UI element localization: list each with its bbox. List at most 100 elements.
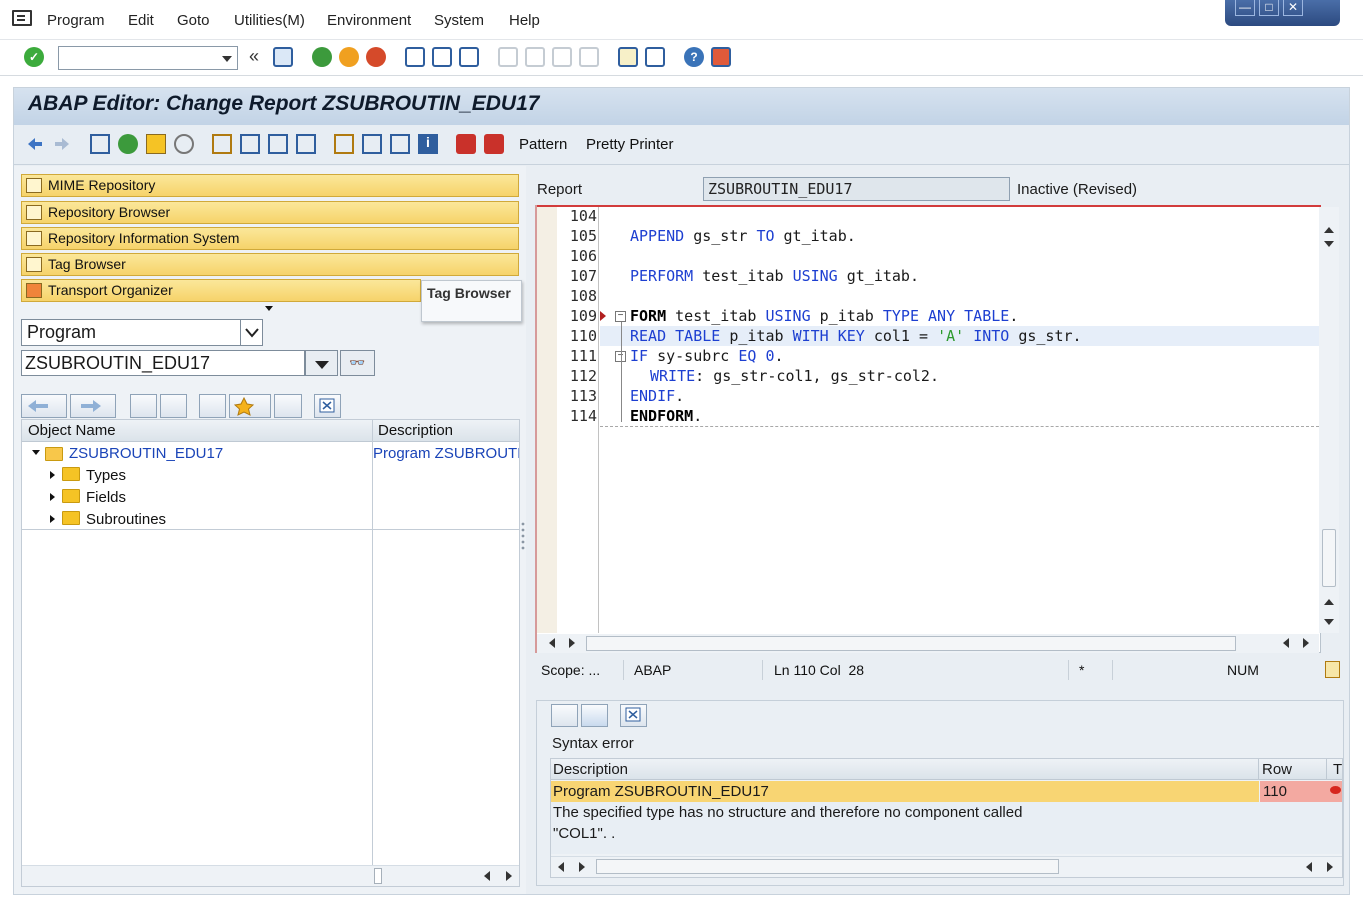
scroll-down-icon[interactable] [1324, 241, 1334, 247]
menu-edit[interactable]: Edit [128, 12, 154, 29]
object-list-icon[interactable] [268, 134, 288, 154]
save-icon[interactable] [273, 47, 293, 67]
command-dropdown-icon[interactable] [222, 56, 232, 62]
help-icon[interactable]: ? [684, 47, 704, 67]
expand-node-icon[interactable] [50, 493, 55, 501]
shortcut-icon[interactable] [645, 47, 665, 67]
nav-tag-browser[interactable]: Tag Browser [21, 253, 519, 276]
forward-arrow-icon[interactable] [52, 134, 72, 154]
collapse-toolbar-icon[interactable]: « [249, 46, 259, 67]
pattern-button[interactable]: Pattern [519, 136, 567, 153]
object-name-input[interactable]: ZSUBROUTIN_EDU17 [21, 350, 305, 376]
chevron-down-icon[interactable] [240, 320, 262, 345]
scroll-right-icon[interactable] [506, 871, 512, 881]
pane-splitter[interactable] [520, 520, 526, 555]
scroll-right-icon[interactable] [579, 862, 585, 872]
menu-help[interactable]: Help [509, 12, 540, 29]
tree-node-types[interactable]: Types [86, 467, 126, 484]
column-header-type[interactable]: T [1333, 761, 1342, 778]
stack-icon[interactable] [362, 134, 382, 154]
scroll-left-icon[interactable] [558, 862, 564, 872]
code-vertical-scrollbar[interactable] [1319, 207, 1339, 633]
scroll-end-left-icon[interactable] [1306, 862, 1312, 872]
back-arrow-icon[interactable] [25, 134, 45, 154]
scroll-end-right-icon[interactable] [1303, 638, 1309, 648]
nav-repository-information-system[interactable]: Repository Information System [21, 227, 519, 250]
navigation-window-icon[interactable] [296, 134, 316, 154]
menu-program[interactable]: Program [47, 12, 105, 29]
expand-node-icon[interactable] [50, 515, 55, 523]
edit-error-button[interactable] [581, 704, 608, 727]
object-name-dropdown-icon[interactable] [305, 350, 338, 376]
scroll-left-icon[interactable] [549, 638, 555, 648]
menu-utilities[interactable]: Utilities(M) [234, 12, 305, 29]
column-header-description[interactable]: Description [553, 761, 628, 778]
display-error-button[interactable] [551, 704, 578, 727]
nav-mime-repository[interactable]: MIME Repository [21, 174, 519, 197]
session-breakpoint-icon[interactable] [484, 134, 504, 154]
error-description[interactable]: Program ZSUBROUTIN_EDU17 [553, 783, 769, 800]
column-header-object-name[interactable]: Object Name [28, 422, 116, 439]
collapse-node-icon[interactable] [32, 450, 40, 455]
pretty-printer-button[interactable]: Pretty Printer [586, 136, 674, 153]
print-icon[interactable] [405, 47, 425, 67]
breakpoint-icon[interactable] [456, 134, 476, 154]
scroll-end-left-icon[interactable] [1283, 638, 1289, 648]
scroll-right-icon[interactable] [569, 638, 575, 648]
close-error-pane-button[interactable] [620, 704, 647, 727]
hierarchy-button[interactable] [199, 394, 226, 418]
display-button[interactable]: 👓 [340, 350, 375, 376]
back-icon[interactable] [312, 47, 332, 67]
nav-transport-organizer[interactable]: Transport Organizer [21, 279, 421, 302]
column-header-description[interactable]: Description [378, 422, 453, 439]
where-used-icon[interactable] [212, 134, 232, 154]
scroll-thumb[interactable] [586, 636, 1236, 651]
other-object-icon[interactable] [90, 134, 110, 154]
favorites-button[interactable] [229, 394, 271, 418]
scroll-left-icon[interactable] [484, 871, 490, 881]
test-icon[interactable] [174, 134, 194, 154]
scroll-end-right-icon[interactable] [1327, 862, 1333, 872]
layout-icon[interactable] [711, 47, 731, 67]
find-icon[interactable] [432, 47, 452, 67]
tree-back-button[interactable] [21, 394, 67, 418]
nav-repository-browser[interactable]: Repository Browser [21, 201, 519, 224]
scope-indicator[interactable]: Scope: ... [541, 662, 600, 678]
activate-icon[interactable] [118, 134, 138, 154]
command-field[interactable] [58, 46, 238, 70]
refresh-button[interactable] [274, 394, 302, 418]
info-icon[interactable]: i [418, 134, 438, 154]
table-icon[interactable] [390, 134, 410, 154]
expand-node-icon[interactable] [50, 471, 55, 479]
scroll-thumb[interactable] [374, 868, 382, 884]
collapse-nav-icon[interactable] [265, 306, 273, 311]
expand-all-button[interactable] [130, 394, 157, 418]
menu-goto[interactable]: Goto [177, 12, 210, 29]
scroll-page-down-icon[interactable] [1324, 619, 1334, 625]
menu-system[interactable]: System [434, 12, 484, 29]
tree-root-name[interactable]: ZSUBROUTIN_EDU17 [69, 445, 223, 462]
wizard-icon[interactable] [240, 134, 260, 154]
close-icon[interactable]: ✕ [1283, 0, 1303, 16]
new-session-icon[interactable] [618, 47, 638, 67]
hierarchy-icon[interactable] [334, 134, 354, 154]
exit-icon[interactable] [339, 47, 359, 67]
find-next-icon[interactable] [459, 47, 479, 67]
cancel-icon[interactable] [366, 47, 386, 67]
check-icon[interactable] [146, 134, 166, 154]
scroll-thumb[interactable] [596, 859, 1059, 874]
fold-form-icon[interactable]: − [615, 311, 626, 322]
minimize-icon[interactable]: — [1235, 0, 1255, 16]
tree-forward-button[interactable] [70, 394, 116, 418]
scroll-up-icon[interactable] [1324, 227, 1334, 233]
scroll-thumb[interactable] [1322, 529, 1336, 587]
enter-icon[interactable]: ✓ [24, 47, 44, 67]
menu-environment[interactable]: Environment [327, 12, 411, 29]
maximize-icon[interactable]: □ [1259, 0, 1279, 16]
close-tree-button[interactable] [314, 394, 341, 418]
scroll-page-up-icon[interactable] [1324, 599, 1334, 605]
collapse-all-button[interactable] [160, 394, 187, 418]
breakpoint-gutter[interactable] [537, 207, 557, 633]
clipboard-icon[interactable] [1325, 661, 1340, 678]
object-type-select[interactable]: Program [21, 319, 263, 346]
